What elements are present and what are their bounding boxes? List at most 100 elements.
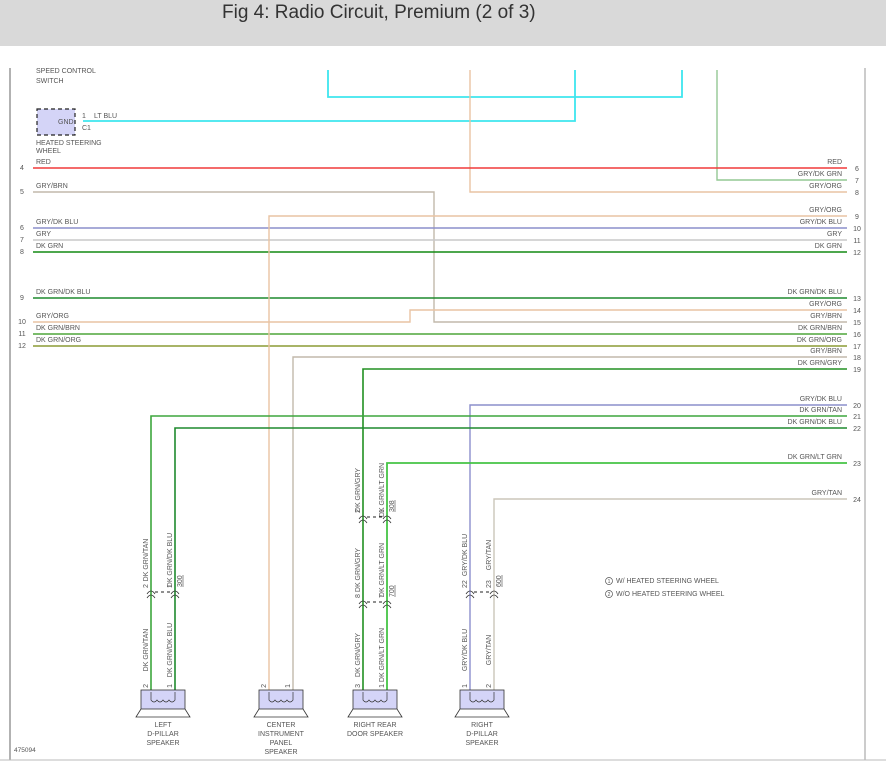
wire-gry-org-9-center-speaker <box>268 215 847 690</box>
wire-dk-grn-gry-19 <box>362 368 847 690</box>
speaker-cone <box>454 708 510 718</box>
speaker-label: SPEAKER <box>264 749 297 756</box>
wiring-diagram: SPEED CONTROL SWITCH 1 C1LT BLU HEATED STEER… <box>0 68 886 761</box>
left-pin-number: 6 <box>20 225 24 232</box>
right-pin-number: 8 <box>855 190 859 197</box>
speaker-wire-label: DK GRN/LT GRN <box>379 543 386 597</box>
speaker-wire-label: GRY/DK BLU <box>462 629 469 671</box>
right-pin-number: 18 <box>853 355 861 362</box>
speaker-wire-label: DK GRN/TAN <box>143 539 150 582</box>
speaker-pin-number: 2 <box>486 684 493 688</box>
connector-pin-number: 23 <box>486 580 493 588</box>
diagram-frame <box>0 68 886 761</box>
right-wire-label: DK GRN/ORG <box>797 337 842 344</box>
speaker-pin-number: 3 <box>355 684 362 688</box>
right-wire-label: GRY/TAN <box>812 490 842 497</box>
speaker-wire-label: GRY/TAN <box>486 635 493 665</box>
left-pin-number: 11 <box>18 331 25 338</box>
right-wire-label: DK GRN/LT GRN <box>788 454 842 461</box>
speaker-wire-label: GRY/DK BLU <box>462 534 469 576</box>
right-wire-label: GRY/ORG <box>809 207 842 214</box>
right-pin-number: 15 <box>853 320 861 327</box>
heated-steering-pin: 1 <box>82 113 86 120</box>
left-pin-number: 8 <box>20 249 24 256</box>
wire-dk-grn-tan-21 <box>150 415 847 690</box>
right-pin-number: 9 <box>855 214 859 221</box>
speaker-pin-number: 1 <box>285 684 292 688</box>
right-wire-label: GRY <box>827 231 842 238</box>
left-pin-number: 4 <box>20 165 24 172</box>
left-wire-label: DK GRN/ORG <box>36 337 81 344</box>
lt-blu-wire-label: LT BLU <box>94 113 117 120</box>
connector-pin-number: 1 <box>167 584 174 588</box>
right-pin-number: 23 <box>853 461 861 468</box>
gnd-terminal-label: GND <box>58 119 74 126</box>
left-wire-label: GRY/DK BLU <box>36 219 78 226</box>
speaker-wire-label: DK GRN/GRY <box>355 548 362 593</box>
heated-steering-connector-c1: C1 <box>82 125 91 132</box>
left-wire-label: GRY/BRN <box>36 183 68 190</box>
speaker-label: D-PILLAR <box>466 731 498 738</box>
speaker-pin-number: 1 <box>167 684 174 688</box>
speaker-label: D-PILLAR <box>147 731 179 738</box>
left-pin-number: 10 <box>18 319 26 326</box>
right-wire-label: DK GRN <box>815 243 842 250</box>
left-pin-number: 12 <box>18 343 26 350</box>
left-pin-number: 5 <box>20 189 24 196</box>
left-wire-label: DK GRN <box>36 243 63 250</box>
right-wire-label: GRY/DK BLU <box>800 396 842 403</box>
speaker-wire-label: DK GRN/TAN <box>143 629 150 672</box>
speaker-label: INSTRUMENT <box>258 731 305 738</box>
left-wire-label: GRY/ORG <box>36 313 69 320</box>
speaker-label: PANEL <box>270 740 293 747</box>
speaker-label: SPEAKER <box>465 740 498 747</box>
right-pin-number: 24 <box>853 497 861 504</box>
wire-dk-grn-lt-grn-23 <box>386 462 847 690</box>
right-wire-label: DK GRN/DK BLU <box>788 419 842 426</box>
right-wire-label: DK GRN/TAN <box>799 407 842 414</box>
heated-steering-wheel-label: WHEEL <box>36 148 61 155</box>
left-pin-number: 7 <box>20 237 24 244</box>
speaker-wire-label: DK GRN/LT GRN <box>379 628 386 682</box>
right-wire-label: DK GRN/GRY <box>798 360 843 367</box>
right-wire-label: GRY/DK GRN <box>798 171 842 178</box>
right-wire-label: GRY/BRN <box>810 313 842 320</box>
heated-steering-wheel-label: HEATED STEERING <box>36 140 102 147</box>
speaker-cone <box>135 708 191 718</box>
wire-gry-org-10-14 <box>33 309 847 323</box>
wires <box>33 70 847 690</box>
speaker-cone <box>253 708 309 718</box>
right-pin-number: 16 <box>853 332 861 339</box>
right-pin-number: 7 <box>855 178 859 185</box>
speaker-wire-label: DK GRN/DK BLU <box>167 533 174 587</box>
speed-control-switch-label: SPEED CONTROL <box>36 68 96 75</box>
right-pin-number: 6 <box>855 166 859 173</box>
wire-gry-brn-18-center-speaker <box>292 356 847 690</box>
left-wire-label: RED <box>36 159 51 166</box>
speaker-wire-label: DK GRN/GRY <box>355 468 362 513</box>
legend-text: W/O HEATED STEERING WHEEL <box>616 591 724 598</box>
connector-pin-number: 22 <box>462 580 469 588</box>
right-wire-label: DK GRN/BRN <box>798 325 842 332</box>
right-pin-number: 19 <box>853 367 861 374</box>
speaker-wire-label: DK GRN/GRY <box>355 633 362 678</box>
speaker-pin-number: 2 <box>261 684 268 688</box>
speaker-wire-label: DK GRN/DK BLU <box>167 623 174 677</box>
wire-gry-brn-5-15 <box>33 191 847 323</box>
connector-pin-number: 7 <box>379 594 386 598</box>
right-wire-label: GRY/ORG <box>809 301 842 308</box>
speaker-pin-number: 2 <box>143 684 150 688</box>
figure-id: 475094 <box>14 747 36 754</box>
connector-pin-number: 2 <box>143 584 150 588</box>
left-pin-number: 9 <box>20 295 24 302</box>
left-wire-label: DK GRN/BRN <box>36 325 80 332</box>
wire-dk-grn-dk-blu-22 <box>174 427 847 690</box>
right-wire-label: GRY/BRN <box>810 348 842 355</box>
components: GNDDK GRN/TANDK GRN/TAN22DK GRN/DK BLUDK… <box>36 108 724 756</box>
speaker-wire-label: DK GRN/LT GRN <box>379 463 386 517</box>
connector-pin-number: 2 <box>355 509 362 513</box>
speaker-label: LEFT <box>154 722 172 729</box>
wire-gry-dk-blu-20 <box>469 404 847 690</box>
speaker-wire-label: GRY/TAN <box>486 540 493 570</box>
wire-lt-blu <box>83 70 576 122</box>
